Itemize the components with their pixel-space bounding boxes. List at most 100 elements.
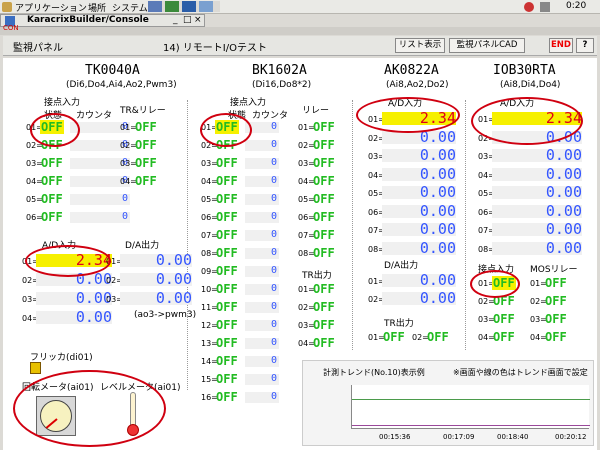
state-value[interactable]: OFF bbox=[492, 312, 516, 326]
tk-col-count: カウンタ bbox=[76, 111, 113, 121]
list-view-button[interactable]: リスト表示 bbox=[395, 38, 445, 53]
annotation-circle bbox=[471, 97, 583, 145]
state-value[interactable]: OFF bbox=[215, 192, 239, 206]
panel-cad-button[interactable]: 監視パネルCAD bbox=[449, 38, 525, 53]
analog-value: 0.00 bbox=[155, 251, 192, 269]
state-value[interactable]: OFF bbox=[544, 330, 568, 344]
trend-plot-area bbox=[351, 385, 590, 429]
notification-icon[interactable] bbox=[524, 2, 534, 12]
maximize-icon[interactable]: □ bbox=[183, 15, 192, 25]
state-value[interactable]: OFF bbox=[40, 156, 64, 170]
state-value[interactable]: OFF bbox=[215, 156, 239, 170]
state-value[interactable]: OFF bbox=[312, 174, 336, 188]
state-value[interactable]: OFF bbox=[40, 174, 64, 188]
state-value[interactable]: OFF bbox=[215, 300, 239, 314]
state-value[interactable]: OFF bbox=[312, 156, 336, 170]
state-value[interactable]: OFF bbox=[40, 192, 64, 206]
state-value[interactable]: OFF bbox=[215, 354, 239, 368]
bk-model-name: BK1602A bbox=[252, 63, 307, 78]
tk-di-title: 接点入力 bbox=[44, 98, 81, 108]
ak-da-title: D/A出力 bbox=[384, 261, 419, 271]
state-value[interactable]: OFF bbox=[215, 174, 239, 188]
minimize-icon[interactable]: _ bbox=[173, 15, 178, 25]
system-top-bar: アプリケーション 場所 システム 0:20 bbox=[0, 0, 600, 14]
counter-value: 0 bbox=[271, 121, 278, 132]
state-value[interactable]: OFF bbox=[312, 210, 336, 224]
bk-relay-title: リレー bbox=[302, 106, 330, 116]
state-value[interactable]: OFF bbox=[40, 210, 64, 224]
state-value[interactable]: OFF bbox=[215, 282, 239, 296]
state-value[interactable]: OFF bbox=[134, 156, 158, 170]
bk-spec: (Di16,Do8*2) bbox=[252, 80, 312, 90]
state-value[interactable]: OFF bbox=[312, 192, 336, 206]
state-value[interactable]: OFF bbox=[544, 312, 568, 326]
analog-value: 0.00 bbox=[419, 183, 456, 201]
state-value[interactable]: OFF bbox=[544, 294, 568, 308]
end-button[interactable]: END bbox=[549, 38, 573, 53]
state-value[interactable]: OFF bbox=[215, 264, 239, 278]
trend-time-1: 00:15:36 bbox=[379, 433, 411, 441]
state-value[interactable]: OFF bbox=[312, 318, 336, 332]
tk-da-title: D/A出力 bbox=[125, 241, 160, 251]
state-value[interactable]: OFF bbox=[312, 120, 336, 134]
state-value[interactable]: OFF bbox=[312, 300, 336, 314]
io-mos-title: MOSリレー bbox=[530, 265, 578, 275]
analog-value: 0.00 bbox=[419, 238, 456, 257]
state-value[interactable]: OFF bbox=[312, 282, 336, 296]
state-value[interactable]: OFF bbox=[312, 336, 336, 350]
state-value[interactable]: OFF bbox=[134, 138, 158, 152]
clock: 0:20 bbox=[566, 1, 587, 11]
apps-menu-icon[interactable] bbox=[2, 2, 12, 12]
volume-icon[interactable] bbox=[540, 2, 550, 12]
app-toolbar: CON bbox=[0, 24, 600, 35]
analog-value: 0.00 bbox=[419, 164, 456, 183]
io-spec: (Ai8,Di4,Do4) bbox=[500, 80, 561, 90]
state-value[interactable]: OFF bbox=[215, 246, 239, 260]
trend-time-3: 00:18:40 bbox=[497, 433, 529, 441]
state-value[interactable]: OFF bbox=[544, 276, 568, 290]
flicker-lamp-icon bbox=[30, 362, 41, 374]
state-value[interactable]: OFF bbox=[215, 318, 239, 332]
window-titlebar[interactable]: KaracrixBuilder/Console _ □ × bbox=[0, 14, 205, 27]
state-value[interactable]: OFF bbox=[312, 246, 336, 260]
bk-col-count: カウンタ bbox=[252, 111, 289, 121]
system-menu[interactable]: システム bbox=[112, 1, 148, 14]
state-value[interactable]: OFF bbox=[215, 336, 239, 350]
annotation-circle bbox=[470, 270, 520, 298]
annotation-circle bbox=[30, 113, 80, 147]
state-value[interactable]: OFF bbox=[312, 138, 336, 152]
counter-value: 0 bbox=[271, 247, 278, 258]
toolbar-con[interactable]: CON bbox=[3, 24, 19, 32]
counter-value: 0 bbox=[271, 391, 278, 402]
state-value[interactable]: OFF bbox=[382, 330, 406, 344]
state-value[interactable]: OFF bbox=[492, 330, 516, 344]
state-value[interactable]: OFF bbox=[426, 330, 450, 344]
counter-value: 0 bbox=[271, 139, 278, 150]
counter-value: 0 bbox=[271, 157, 278, 168]
state-value[interactable]: OFF bbox=[215, 390, 239, 404]
trend-panel[interactable]: 計測トレンド(No.10)表示例 ※画面や線の色はトレンド画面で設定 00:15… bbox=[302, 360, 594, 446]
close-icon[interactable]: × bbox=[194, 15, 202, 25]
counter-value: 0 bbox=[271, 175, 278, 186]
analog-value: 0.00 bbox=[545, 201, 582, 220]
help-button[interactable]: ? bbox=[576, 38, 594, 53]
analog-value: 0.00 bbox=[545, 183, 582, 201]
state-value[interactable]: OFF bbox=[134, 174, 158, 188]
trend-note: ※画面や線の色はトレンド画面で設定 bbox=[453, 368, 588, 377]
tk-model-name: TK0040A bbox=[85, 63, 140, 78]
applications-menu[interactable]: アプリケーション bbox=[15, 1, 87, 14]
bk-di-title: 接点入力 bbox=[230, 98, 267, 108]
state-value[interactable]: OFF bbox=[215, 210, 239, 224]
annotation-circle bbox=[25, 245, 111, 277]
ak-tr-title: TR出力 bbox=[384, 319, 414, 329]
panel-header: 監視パネル 14) リモートI/Oテスト リスト表示 監視パネルCAD END … bbox=[3, 36, 597, 56]
state-value[interactable]: OFF bbox=[134, 120, 158, 134]
launcher-icons[interactable] bbox=[148, 1, 220, 12]
state-value[interactable]: OFF bbox=[215, 228, 239, 242]
state-value[interactable]: OFF bbox=[312, 228, 336, 242]
counter-value: 0 bbox=[271, 193, 278, 204]
places-menu[interactable]: 場所 bbox=[88, 1, 106, 14]
analog-value: 0.00 bbox=[419, 289, 456, 307]
state-value[interactable]: OFF bbox=[215, 372, 239, 386]
counter-box bbox=[70, 194, 130, 205]
